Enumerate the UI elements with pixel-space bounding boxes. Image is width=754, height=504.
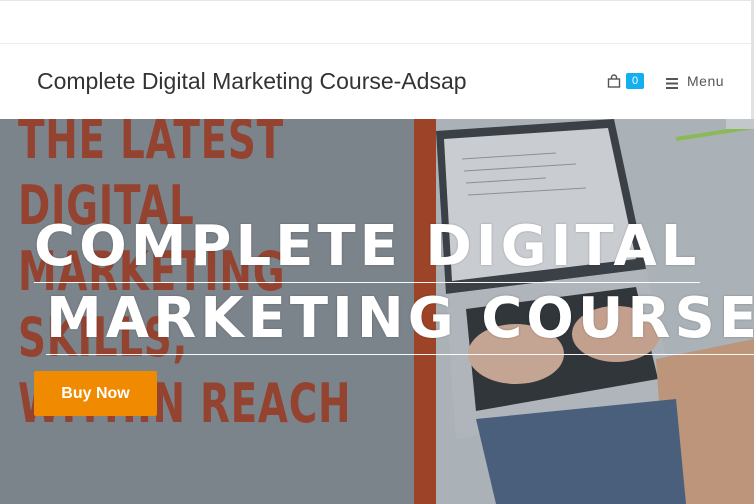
hero-headline-line-2: MARKETING COURSE	[46, 283, 754, 355]
menu-label: Menu	[687, 73, 725, 89]
hamburger-menu-icon	[666, 76, 678, 89]
cart-button[interactable]: 0	[607, 73, 644, 89]
site-title[interactable]: Complete Digital Marketing Course-Adsap	[37, 68, 467, 95]
top-bar	[0, 0, 754, 45]
hero-headline-line-1: COMPLETE DIGITAL	[34, 211, 701, 283]
buy-now-button[interactable]: Buy Now	[34, 371, 157, 416]
shopping-bag-icon	[607, 74, 621, 88]
hero-section: THE LATEST DIGITAL MARKETING SKILLS, WIT…	[0, 119, 754, 504]
cart-count-badge: 0	[626, 73, 644, 89]
menu-button[interactable]: Menu	[666, 73, 724, 89]
site-header: Complete Digital Marketing Course-Adsap …	[0, 44, 754, 119]
hero-headline: COMPLETE DIGITAL MARKETING COURSE	[34, 211, 754, 355]
